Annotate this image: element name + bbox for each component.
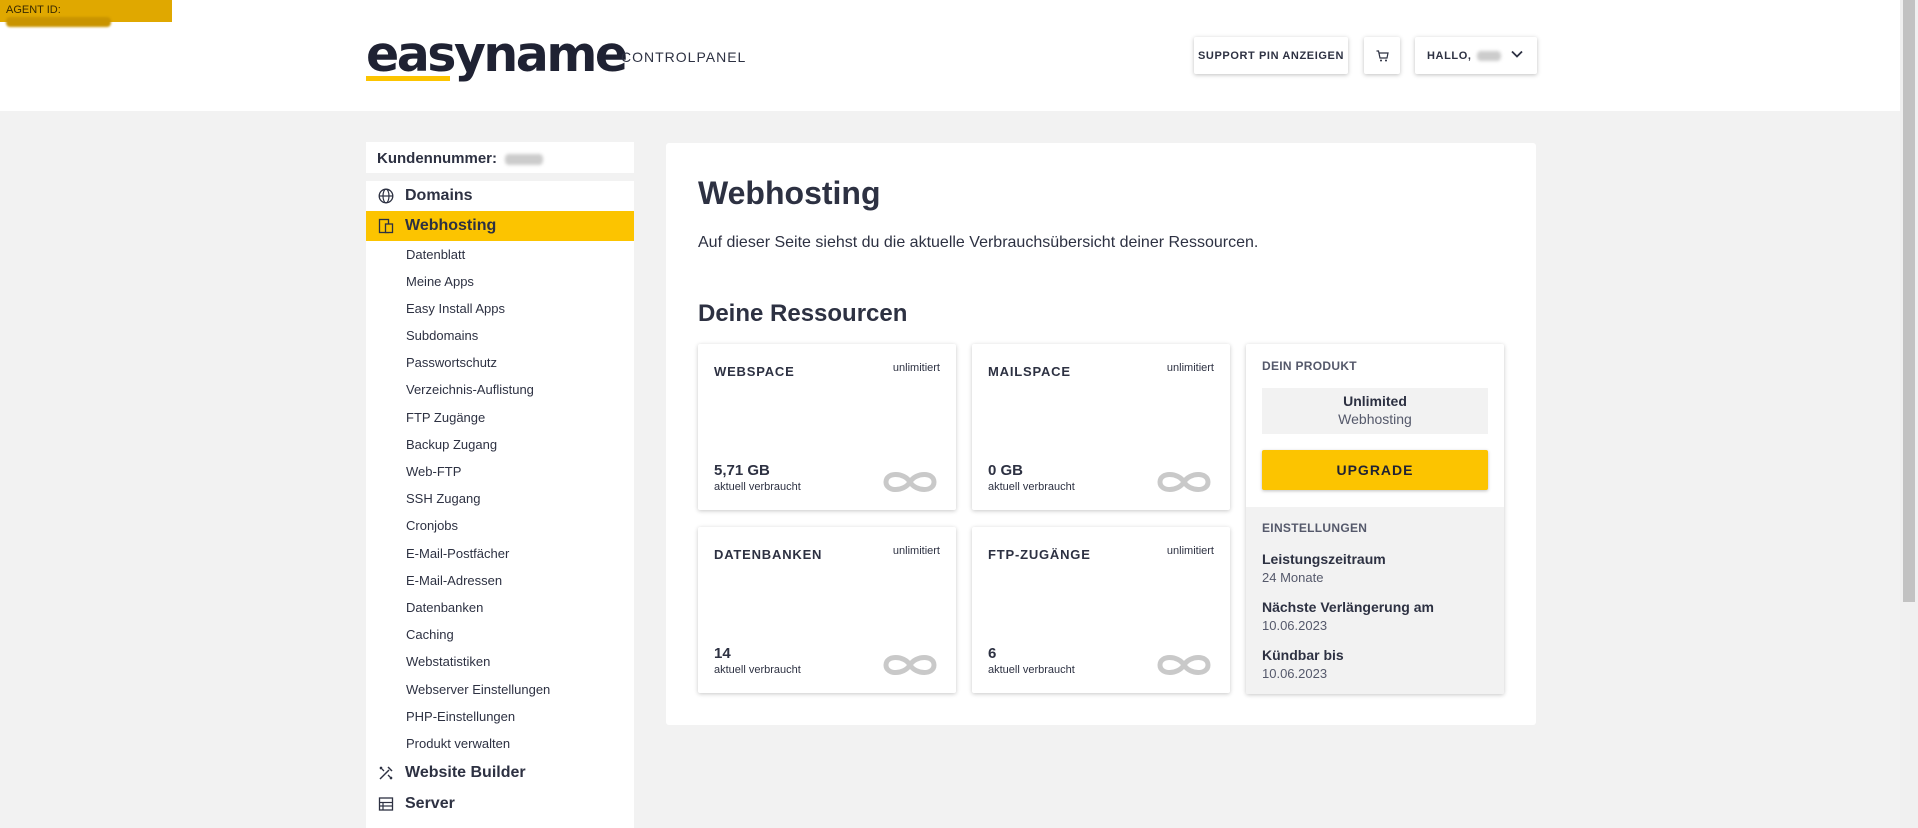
setting-key: Leistungszeitraum xyxy=(1262,551,1386,567)
resource-card-datenbanken: DATENBANKEN unlimitiert 14 aktuell verbr… xyxy=(698,527,956,693)
resource-used-label: aktuell verbraucht xyxy=(988,481,1075,493)
sidebar-subitem-ssh-zugang[interactable]: SSH Zugang xyxy=(406,491,480,506)
customer-number-label: Kundennummer: xyxy=(377,150,497,167)
sidebar-subitem-passwortschutz[interactable]: Passwortschutz xyxy=(406,355,497,370)
agent-id-label: AGENT ID: xyxy=(6,4,61,16)
infinity-icon xyxy=(1157,655,1211,675)
agent-id-redacted xyxy=(6,17,111,28)
sidebar-item-label: Domains xyxy=(405,187,473,204)
sidebar-subitem-ftp-zugaenge[interactable]: FTP Zugänge xyxy=(406,410,485,425)
product-card: DEIN PRODUKT Unlimited Webhosting UPGRAD… xyxy=(1246,344,1504,694)
sidebar-item-server[interactable]: Server xyxy=(366,789,634,819)
sidebar-subitem-cronjobs[interactable]: Cronjobs xyxy=(406,518,458,533)
sidebar-subitem-email-postfaecher[interactable]: E-Mail-Postfächer xyxy=(406,546,509,561)
sidebar-subitem-email-adressen[interactable]: E-Mail-Adressen xyxy=(406,573,502,588)
upgrade-button[interactable]: UPGRADE xyxy=(1262,450,1488,490)
sidebar-nav: Domains Webhosting Datenblatt Meine Apps… xyxy=(366,181,634,828)
infinity-icon xyxy=(1157,472,1211,492)
sidebar-item-website-builder[interactable]: Website Builder xyxy=(366,758,634,788)
page-description: Auf dieser Seite siehst du die aktuelle … xyxy=(698,234,1259,251)
cart-button[interactable] xyxy=(1364,37,1400,74)
resource-limit: unlimitiert xyxy=(892,545,940,557)
sidebar-subitem-easy-install-apps[interactable]: Easy Install Apps xyxy=(406,301,505,316)
sidebar-subitem-produkt-verwalten[interactable]: Produkt verwalten xyxy=(406,736,510,751)
setting-key: Nächste Verlängerung am xyxy=(1262,599,1434,615)
page-scrollbar[interactable] xyxy=(1900,0,1918,828)
resource-value: 14 xyxy=(714,645,731,662)
sidebar-subitem-webserver-einstellungen[interactable]: Webserver Einstellungen xyxy=(406,682,550,697)
resource-card-webspace: WEBSPACE unlimitiert 5,71 GB aktuell ver… xyxy=(698,344,956,510)
logo-underline xyxy=(366,76,450,81)
sidebar-subitem-subdomains[interactable]: Subdomains xyxy=(406,328,478,343)
customer-number-redacted xyxy=(505,153,544,165)
setting-value: 24 Monate xyxy=(1262,570,1324,585)
resource-name: WEBSPACE xyxy=(714,364,795,379)
sidebar-subitem-datenblatt[interactable]: Datenblatt xyxy=(406,247,465,262)
sidebar-subitem-caching[interactable]: Caching xyxy=(406,627,454,642)
setting-value: 10.06.2023 xyxy=(1262,618,1328,633)
chevron-down-icon xyxy=(1511,50,1523,58)
webhosting-icon xyxy=(378,218,394,234)
infinity-icon xyxy=(883,655,937,675)
sidebar-subitem-backup-zugang[interactable]: Backup Zugang xyxy=(406,437,497,452)
resource-name: FTP-ZUGÄNGE xyxy=(988,547,1091,562)
resource-used-label: aktuell verbraucht xyxy=(714,664,801,676)
resource-name: MAILSPACE xyxy=(988,364,1071,379)
setting-value: 10.06.2023 xyxy=(1262,666,1328,681)
product-name: Unlimited xyxy=(1343,393,1407,409)
resource-limit: unlimitiert xyxy=(1166,362,1214,374)
page-title: Webhosting xyxy=(698,175,881,211)
resource-name: DATENBANKEN xyxy=(714,547,823,562)
settings-label: EINSTELLUNGEN xyxy=(1262,521,1368,535)
resource-used-label: aktuell verbraucht xyxy=(714,481,801,493)
scrollbar-thumb[interactable] xyxy=(1903,0,1915,602)
main-content-card: Webhosting Auf dieser Seite siehst du di… xyxy=(666,143,1536,725)
product-info-box: Unlimited Webhosting xyxy=(1262,388,1488,434)
setting-key: Kündbar bis xyxy=(1262,647,1344,663)
server-icon xyxy=(378,797,394,811)
product-label: DEIN PRODUKT xyxy=(1262,359,1357,373)
easyname-logo[interactable]: easyname xyxy=(366,30,628,79)
sidebar-subitem-meine-apps[interactable]: Meine Apps xyxy=(406,274,474,289)
sidebar-item-webhosting[interactable]: Webhosting xyxy=(366,211,634,241)
resources-section-title: Deine Ressourcen xyxy=(698,300,908,327)
user-menu-button[interactable]: HALLO, xyxy=(1415,37,1537,74)
user-name-redacted xyxy=(1476,50,1501,61)
product-type: Webhosting xyxy=(1338,411,1412,427)
sidebar-subitem-verzeichnis-auflistung[interactable]: Verzeichnis-Auflistung xyxy=(406,382,534,397)
resource-value: 0 GB xyxy=(988,462,1024,479)
controlpanel-label: CONTROLPANEL xyxy=(621,49,747,65)
top-header: easyname CONTROLPANEL SUPPORT PIN ANZEIG… xyxy=(0,0,1900,111)
resource-used-label: aktuell verbraucht xyxy=(988,664,1075,676)
resource-value: 6 xyxy=(988,645,997,662)
resource-card-ftp-zugaenge: FTP-ZUGÄNGE unlimitiert 6 aktuell verbra… xyxy=(972,527,1230,693)
sidebar-item-label: Website Builder xyxy=(405,764,526,781)
resource-limit: unlimitiert xyxy=(1166,545,1214,557)
globe-icon xyxy=(378,188,394,204)
customer-number-box: Kundennummer: xyxy=(366,142,634,173)
user-greeting: HALLO, xyxy=(1427,49,1472,62)
sidebar-item-domains[interactable]: Domains xyxy=(366,181,634,211)
sidebar-subitem-web-ftp[interactable]: Web-FTP xyxy=(406,464,461,479)
product-settings: EINSTELLUNGEN Leistungszeitraum 24 Monat… xyxy=(1246,507,1504,694)
resource-card-mailspace: MAILSPACE unlimitiert 0 GB aktuell verbr… xyxy=(972,344,1230,510)
sidebar-subitem-datenbanken[interactable]: Datenbanken xyxy=(406,600,483,615)
website-builder-icon xyxy=(379,766,393,780)
cart-icon xyxy=(1376,49,1389,61)
sidebar-subitem-webstatistiken[interactable]: Webstatistiken xyxy=(406,654,490,669)
sidebar-item-label: Server xyxy=(405,795,455,812)
resource-limit: unlimitiert xyxy=(892,362,940,374)
sidebar-subitem-php-einstellungen[interactable]: PHP-Einstellungen xyxy=(406,709,515,724)
agent-id-badge: AGENT ID: xyxy=(0,0,172,28)
sidebar-item-label: Webhosting xyxy=(405,217,497,234)
resource-value: 5,71 GB xyxy=(714,462,770,479)
support-pin-button[interactable]: SUPPORT PIN ANZEIGEN xyxy=(1194,37,1348,74)
infinity-icon xyxy=(883,472,937,492)
